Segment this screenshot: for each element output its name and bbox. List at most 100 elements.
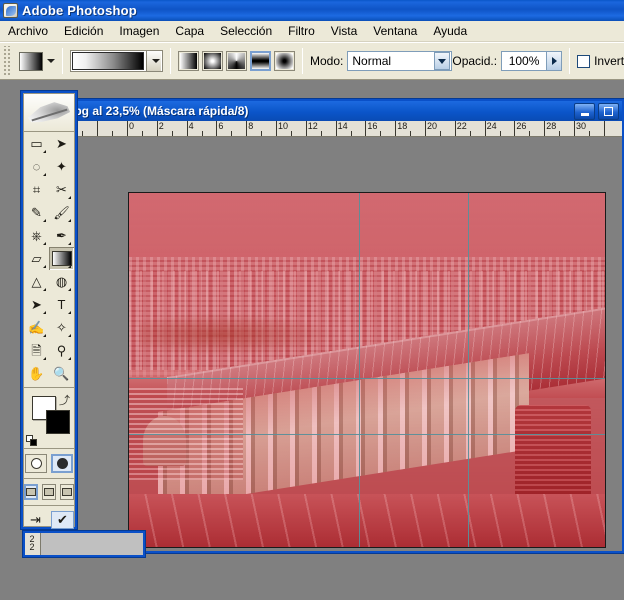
guide-vertical-1[interactable]: [359, 193, 360, 547]
menu-item-imagen[interactable]: Imagen: [111, 22, 167, 40]
clone-stamp-tool[interactable]: ⎈: [24, 224, 49, 247]
bottom-vertical-ruler[interactable]: 22: [25, 533, 41, 555]
gradient-tool[interactable]: [49, 247, 74, 270]
minimize-icon[interactable]: [574, 103, 595, 120]
guide-vertical-2[interactable]: [468, 193, 469, 547]
menu-item-filtro[interactable]: Filtro: [280, 22, 323, 40]
ruler-tick: [350, 131, 352, 136]
menu-item-ventana[interactable]: Ventana: [365, 22, 425, 40]
type-tool[interactable]: T: [49, 293, 74, 316]
ruler-tick: [246, 121, 248, 136]
history-brush-tool[interactable]: ✒: [49, 224, 74, 247]
path-selection-tool-icon: ➤: [31, 297, 42, 312]
guide-horizontal-2[interactable]: [129, 434, 605, 435]
move-tool[interactable]: ➤: [49, 132, 74, 155]
eyedropper-tool[interactable]: ⚲: [49, 339, 74, 362]
ruler-tick: [365, 121, 367, 136]
checkmark-icon[interactable]: ✔: [50, 511, 74, 529]
slice-tool[interactable]: ✂: [49, 178, 74, 201]
chevron-down-icon: [152, 59, 160, 63]
tool-preset-picker[interactable]: [19, 51, 55, 71]
toolbox-divider-colors: [24, 387, 74, 388]
ruler-tick: [112, 131, 114, 136]
zoom-tool[interactable]: 🔍: [49, 362, 74, 385]
blend-mode-select[interactable]: Normal: [347, 51, 453, 71]
ruler-label: 4: [188, 121, 194, 131]
hand-tool-icon: ✋: [28, 366, 45, 381]
brush-tool[interactable]: 🖌: [49, 201, 74, 224]
invert-checkbox[interactable]: Invertir: [577, 54, 624, 68]
maximize-icon[interactable]: [598, 103, 619, 120]
opacity-input[interactable]: 100%: [501, 51, 563, 71]
chevron-down-icon: [47, 59, 55, 63]
swap-colors-icon[interactable]: ⤴: [59, 392, 70, 408]
gradient-dropdown-button[interactable]: [146, 51, 161, 71]
opacity-slider-button[interactable]: [546, 52, 562, 70]
ruler-tick: [171, 131, 173, 136]
magic-wand-tool[interactable]: ✦: [49, 155, 74, 178]
linear-gradient-button[interactable]: [178, 51, 199, 71]
ruler-tick: [201, 131, 203, 136]
standard-screen-mode-button[interactable]: [24, 484, 39, 500]
full-screen-mode-button[interactable]: [60, 484, 74, 500]
path-selection-tool[interactable]: ➤: [24, 293, 49, 316]
eyedropper-tool-icon: ⚲: [56, 343, 67, 358]
pen-tool[interactable]: ✍: [24, 316, 49, 339]
horizontal-ruler[interactable]: 0 2 4 6 8 10 12 14 16 18 20 22 24 26 28 30: [39, 121, 622, 137]
tool-flyout-indicator-icon: [68, 357, 71, 360]
jump-to-group: ⇥ ✔: [24, 508, 74, 532]
diamond-gradient-button[interactable]: [274, 51, 295, 71]
ruler-tick: [529, 131, 531, 136]
ruler-tick: [395, 121, 397, 136]
ruler-tick: [484, 121, 486, 136]
eraser-tool[interactable]: ▱: [24, 247, 49, 270]
custom-shape-tool[interactable]: ✧: [49, 316, 74, 339]
tool-flyout-indicator-icon: [68, 196, 71, 199]
menu-item-edicion[interactable]: Edición: [56, 22, 111, 40]
menu-item-seleccion[interactable]: Selección: [212, 22, 280, 40]
tool-options-bar: Modo: Normal Opacid.: 100% Invertir Tram…: [0, 42, 624, 80]
crop-tool[interactable]: ⌗: [24, 178, 49, 201]
ruler-tick: [588, 131, 590, 136]
menu-bar: Archivo Edición Imagen Capa Selección Fi…: [0, 21, 624, 42]
hand-tool[interactable]: ✋: [24, 362, 49, 385]
menu-item-ayuda[interactable]: Ayuda: [425, 22, 475, 40]
ruler-tick: [320, 131, 322, 136]
ruler-label: 2: [158, 121, 164, 131]
dodge-tool[interactable]: ◍: [49, 270, 74, 293]
options-separator-3: [302, 48, 303, 74]
tool-flyout-indicator-icon: [43, 242, 46, 245]
notes-tool[interactable]: 🗎: [24, 339, 49, 362]
ruler-tick: [410, 131, 412, 136]
ruler-tick: [574, 121, 575, 136]
angle-gradient-button[interactable]: [226, 51, 247, 71]
rectangular-marquee-tool[interactable]: ▭: [24, 132, 49, 155]
guide-horizontal-1[interactable]: [129, 378, 605, 379]
ruler-tick: [305, 121, 307, 136]
jump-to-imageready-button[interactable]: ⇥: [24, 511, 47, 529]
gradient-picker[interactable]: [70, 50, 163, 72]
reflected-gradient-button[interactable]: [250, 51, 271, 71]
dodge-tool-icon: ◍: [55, 274, 68, 289]
tool-flyout-indicator-icon: [68, 334, 71, 337]
standard-mode-button[interactable]: [25, 454, 47, 473]
ruler-tick: [156, 121, 158, 136]
quick-mask-mode-button[interactable]: [51, 454, 73, 473]
options-bar-grip[interactable]: [2, 46, 10, 76]
canvas-area[interactable]: [40, 138, 622, 551]
document-title-bar[interactable]: abeu-3.jpg al 23,5% (Máscara rápida/8): [25, 101, 622, 121]
full-screen-with-menu-button[interactable]: [42, 484, 57, 500]
image-canvas[interactable]: [128, 192, 606, 548]
menu-item-vista[interactable]: Vista: [323, 22, 365, 40]
default-colors-icon[interactable]: [26, 435, 37, 446]
background-color-swatch[interactable]: [46, 410, 70, 434]
blend-mode-dropdown-button[interactable]: [434, 52, 451, 70]
radial-gradient-button[interactable]: [202, 51, 223, 71]
healing-brush-tool[interactable]: ✎: [24, 201, 49, 224]
lasso-tool[interactable]: ◌: [24, 155, 49, 178]
menu-item-capa[interactable]: Capa: [167, 22, 212, 40]
blur-tool[interactable]: △: [24, 270, 49, 293]
menu-item-archivo[interactable]: Archivo: [0, 22, 56, 40]
ruler-label: 30: [576, 121, 587, 131]
lasso-tool-icon: ◌: [32, 159, 41, 174]
